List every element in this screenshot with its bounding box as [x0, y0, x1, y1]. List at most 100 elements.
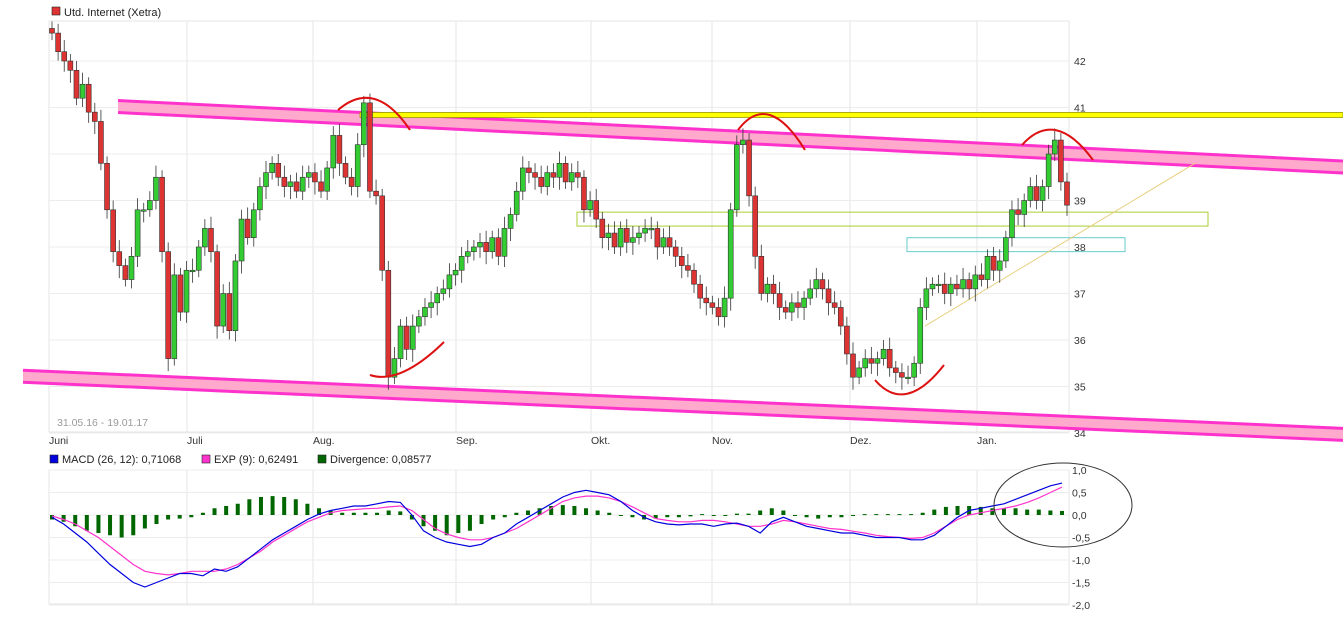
candle	[654, 221, 661, 260]
divergence-bar	[595, 510, 600, 515]
candle-body	[134, 209, 141, 257]
candle-body	[471, 246, 477, 252]
divergence-bar	[84, 515, 89, 531]
candle-body	[434, 293, 441, 304]
divergence-bar	[665, 515, 670, 518]
divergence-bar	[572, 506, 577, 515]
candle-body	[709, 302, 716, 308]
divergence-bar	[955, 506, 960, 515]
divergence-bar	[50, 515, 54, 520]
legend-swatch-price	[51, 6, 61, 16]
candle-body	[464, 251, 471, 257]
candle	[550, 163, 557, 188]
candle	[134, 198, 141, 267]
candle-body	[948, 283, 954, 294]
candle	[709, 295, 716, 315]
divergence-bar	[851, 515, 856, 516]
candle	[776, 281, 783, 321]
candle-body	[238, 218, 245, 262]
candle-body	[648, 228, 655, 231]
divergence-bar	[456, 515, 461, 533]
candle	[1039, 179, 1046, 212]
candle	[397, 319, 404, 368]
candle	[189, 258, 196, 283]
candle	[636, 226, 642, 245]
divergence-bar	[630, 515, 635, 518]
trend-line	[924, 162, 1196, 327]
candle	[293, 172, 300, 199]
candle	[318, 170, 324, 199]
candle-body	[819, 279, 826, 290]
candle-body	[929, 283, 936, 290]
candle	[281, 165, 288, 198]
candle-body	[409, 325, 416, 350]
candle-body	[189, 269, 196, 273]
divergence-bar	[920, 512, 925, 515]
candle	[122, 258, 129, 287]
candle	[575, 160, 581, 188]
divergence-bar	[247, 499, 252, 515]
candle-body	[220, 293, 227, 327]
candle	[159, 170, 165, 263]
candle-body	[532, 172, 538, 178]
candle	[862, 349, 869, 377]
candle	[471, 240, 477, 261]
candle	[183, 260, 190, 323]
candle-body	[630, 237, 636, 243]
x-tick-label: Aug.	[313, 435, 335, 447]
candle	[966, 272, 972, 300]
macd-legend-swatch	[317, 454, 327, 464]
candle-body	[122, 265, 129, 280]
candle	[1003, 230, 1009, 268]
candle	[648, 216, 655, 240]
candle-body	[330, 135, 337, 169]
divergence-bar	[96, 515, 101, 533]
candle	[244, 207, 251, 245]
candle	[361, 95, 367, 158]
candle	[831, 291, 838, 315]
candle-body	[568, 172, 575, 183]
candle	[868, 346, 875, 374]
candle-body	[73, 70, 80, 99]
candle	[678, 247, 685, 279]
candle-body	[880, 348, 887, 359]
candle	[672, 240, 679, 267]
candle-body	[98, 121, 104, 164]
divergence-bar	[711, 515, 716, 516]
candle	[483, 230, 489, 265]
divergence-bar	[990, 508, 995, 515]
candle-body	[740, 139, 746, 146]
divergence-bar	[467, 515, 472, 531]
candle	[177, 267, 184, 321]
divergence-bar	[212, 508, 217, 515]
chart-canvas: JuniJuliAug.Sep.Okt.Nov.Dez.Jan.42414039…	[22, 6, 1343, 612]
divergence-bar	[282, 497, 287, 515]
candle-body	[544, 172, 551, 187]
candle-body	[972, 274, 979, 290]
candle	[165, 242, 171, 372]
y-tick-label: 35	[1074, 382, 1086, 394]
candle	[825, 279, 832, 316]
candle-body	[354, 144, 361, 187]
candle-body	[440, 288, 447, 294]
candle-body	[734, 144, 740, 211]
candle	[79, 72, 86, 108]
macd-y-tick-label: -0,5	[1072, 533, 1090, 545]
macd-y-tick-label: -2,0	[1072, 600, 1090, 612]
macd-y-tick-label: 1,0	[1072, 465, 1087, 477]
candle	[324, 160, 330, 201]
candle-body	[795, 302, 801, 308]
resistance-line	[359, 112, 1343, 118]
candle	[703, 286, 710, 316]
candle	[1015, 198, 1021, 226]
candle	[623, 219, 630, 254]
divergence-bar	[1048, 510, 1053, 515]
divergence-bar	[560, 505, 565, 515]
candle	[214, 244, 220, 339]
candle	[807, 279, 813, 306]
chart-title: Utd. Internet (Xetra)	[64, 7, 161, 19]
candle	[715, 298, 722, 326]
divergence-bar	[398, 511, 403, 515]
candle-body	[984, 255, 991, 280]
candle	[856, 360, 862, 385]
